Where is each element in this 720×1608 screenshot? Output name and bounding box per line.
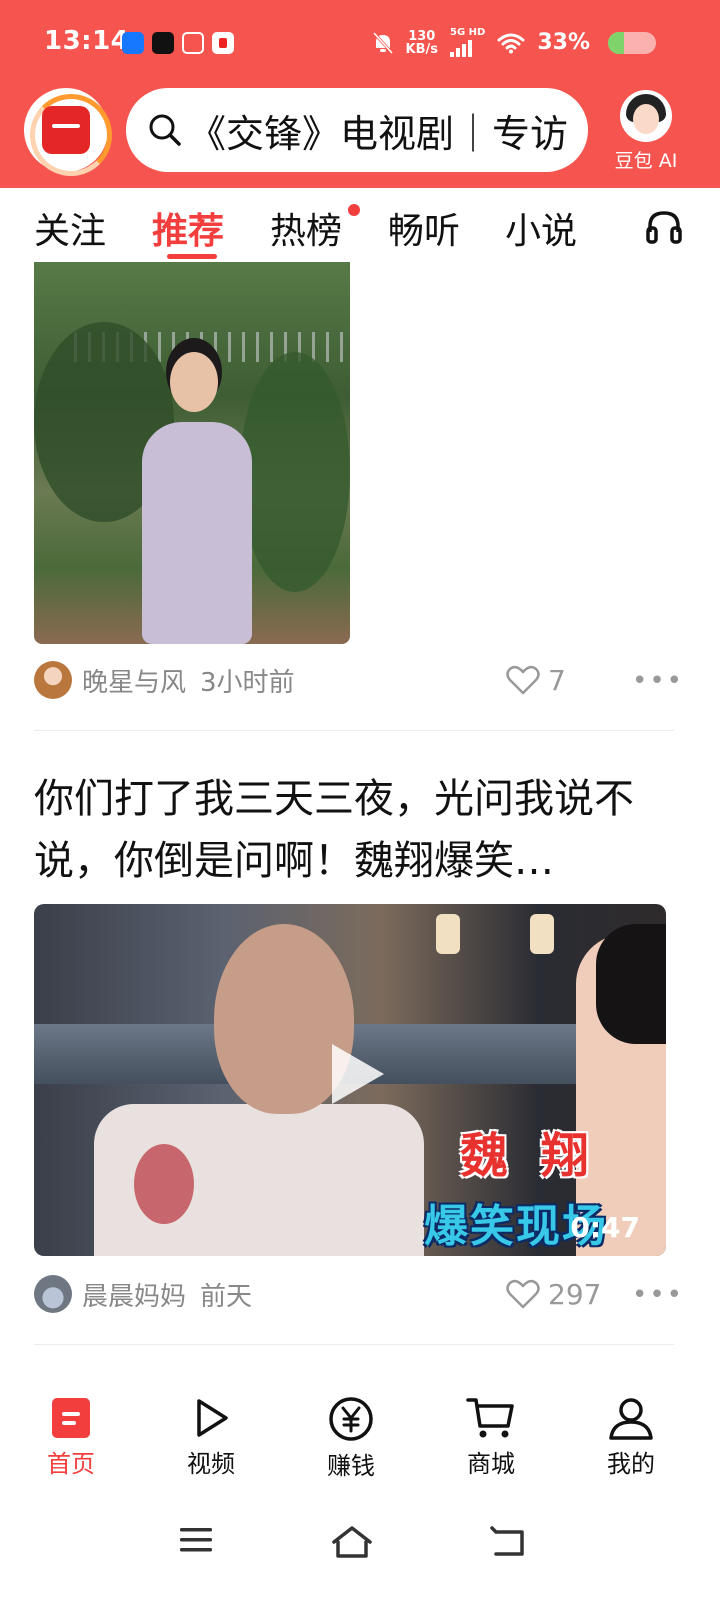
headphone-icon[interactable] [646, 210, 682, 244]
user-icon [609, 1398, 653, 1440]
yuan-coin-icon [329, 1397, 373, 1441]
video-duration: 0:47 [570, 1211, 640, 1244]
nav-home[interactable]: 首页 [16, 1396, 126, 1479]
post-time: 3小时前 [200, 667, 295, 698]
heart-icon [506, 665, 540, 695]
nav-video-label: 视频 [187, 1450, 235, 1478]
search-icon [149, 114, 181, 146]
video-candle [436, 914, 460, 954]
video-app-icon [212, 32, 234, 54]
battery-percent: 33% [537, 30, 590, 55]
post-meta: 晚星与风 3小时前 7 ••• [34, 660, 682, 700]
more-options-icon[interactable]: ••• [632, 666, 684, 696]
shopping-cart-icon [466, 1398, 514, 1438]
video-caption-name: 魏 翔 [460, 1128, 597, 1184]
network-type: 5G HD [450, 27, 486, 38]
signal-bars-icon [450, 39, 472, 57]
status-bar: 13:14 130 KB/s 5G HD 33% [0, 0, 720, 86]
nav-home-label: 首页 [47, 1450, 95, 1478]
play-video-icon [197, 1399, 228, 1437]
nav-earn[interactable]: 赚钱 [296, 1396, 406, 1481]
post-meta: 晨晨妈妈 前天 297 ••• [34, 1274, 682, 1314]
wifi-icon [497, 33, 525, 53]
photo-person-dress [142, 422, 252, 644]
doubao-avatar-icon [620, 90, 672, 142]
video-stain [134, 1144, 194, 1224]
photo-person-head [170, 352, 218, 412]
author-name[interactable]: 晚星与风 [82, 662, 186, 699]
net-speed-unit: KB/s [405, 41, 438, 57]
doubao-label: 豆包 AI [614, 150, 678, 172]
tab-recommend[interactable]: 推荐 [152, 202, 224, 254]
cellular-signal: 5G HD [450, 28, 485, 57]
battery-fill [608, 32, 624, 54]
bottom-nav: 首页 视频 赚钱 商城 我的 [0, 1384, 720, 1508]
like-button[interactable]: 297 [506, 1274, 601, 1314]
play-icon[interactable] [332, 1044, 384, 1104]
feed-divider [34, 730, 674, 731]
video-candle [530, 914, 554, 954]
nav-profile[interactable]: 我的 [576, 1396, 686, 1479]
doubao-ai-button[interactable]: 豆包 AI [610, 90, 682, 173]
tiktok-icon [152, 32, 174, 54]
author-name[interactable]: 晨晨妈妈 [82, 1276, 186, 1313]
search-suggestion: 《交锋》电视剧｜专访 [188, 111, 569, 156]
nav-earn-label: 赚钱 [327, 1452, 375, 1480]
video-thumbnail[interactable]: 魏 翔 爆笑现场 0:47 [34, 904, 666, 1256]
photo-bush-right [240, 352, 350, 592]
post-time: 前天 [200, 1281, 253, 1312]
menu-icon[interactable] [178, 1524, 214, 1556]
post-photo[interactable] [34, 262, 350, 644]
heart-icon [506, 1279, 540, 1309]
app-logo[interactable] [24, 88, 112, 176]
video-second-person-hair [596, 924, 666, 1044]
net-speed: 130 KB/s [406, 30, 438, 56]
nav-mall-label: 商城 [467, 1450, 515, 1478]
avatar[interactable] [34, 661, 72, 699]
nav-profile-label: 我的 [607, 1450, 655, 1478]
notification-icons [122, 32, 234, 54]
battery-icon [608, 32, 656, 54]
tab-novel[interactable]: 小说 [505, 202, 577, 254]
like-button[interactable]: 7 [506, 660, 566, 700]
app-notification-icon [182, 32, 204, 54]
post-title[interactable]: 你们打了我三天三夜，光问我说不说，你倒是问啊！魏翔爆笑… [34, 768, 674, 892]
hot-list-badge-dot [348, 204, 360, 216]
channel-tabs: 关注 推荐 热榜 畅听 小说 [0, 188, 720, 262]
tab-follow[interactable]: 关注 [34, 202, 106, 254]
nav-mall[interactable]: 商城 [436, 1396, 546, 1479]
tab-hot-list[interactable]: 热榜 [270, 202, 342, 254]
feed-divider [34, 1344, 674, 1345]
app-header: 13:14 130 KB/s 5G HD 33% 《交锋》电视剧｜专访 豆包 A… [0, 0, 720, 188]
like-count: 297 [548, 1277, 602, 1311]
home-system-icon[interactable] [330, 1524, 374, 1560]
more-options-icon[interactable]: ••• [632, 1280, 684, 1310]
active-tab-indicator [167, 254, 217, 259]
avatar[interactable] [34, 1275, 72, 1313]
mute-bell-icon [372, 31, 393, 54]
back-icon[interactable] [488, 1524, 528, 1560]
system-nav-bar [0, 1508, 720, 1608]
net-speed-value: 130 [408, 28, 436, 44]
alipay-icon [122, 32, 144, 54]
nav-video[interactable]: 视频 [156, 1396, 266, 1479]
tab-listen[interactable]: 畅听 [388, 202, 460, 254]
toutiao-logo-icon [42, 106, 90, 154]
search-bar[interactable]: 《交锋》电视剧｜专访 [126, 88, 588, 172]
like-count: 7 [548, 663, 566, 697]
status-time: 13:14 [44, 26, 130, 56]
home-icon [52, 1398, 90, 1438]
